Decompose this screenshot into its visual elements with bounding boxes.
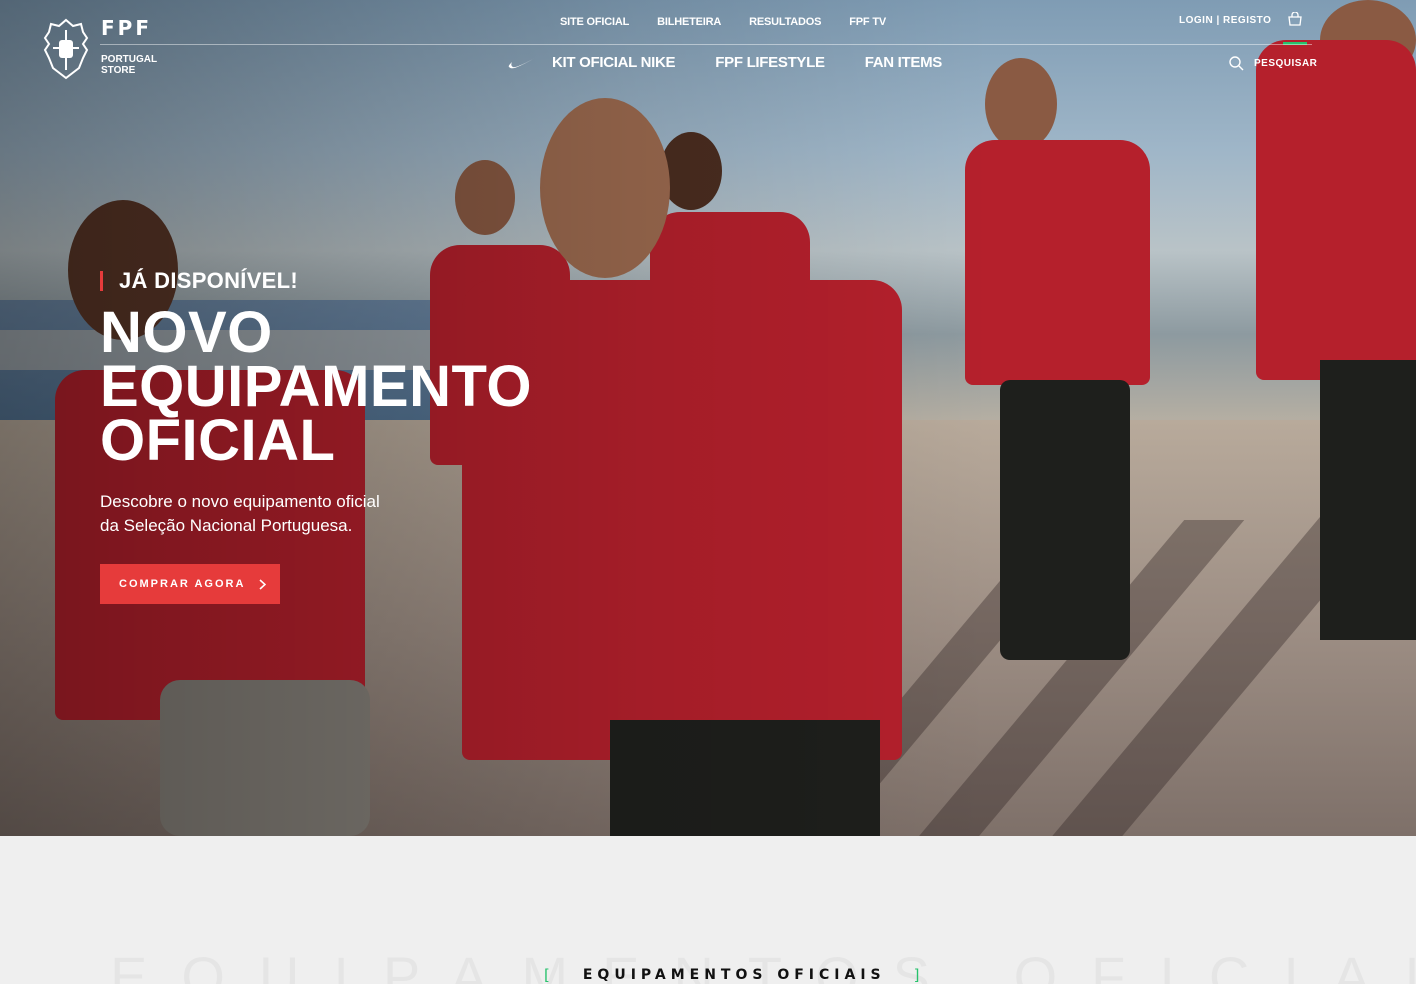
buy-now-button[interactable]: COMPRAR AGORA (100, 564, 280, 604)
top-nav: SITE OFICIAL BILHETEIRA RESULTADOS FPF T… (560, 16, 886, 28)
logo-text: FPF PORTUGAL STORE (101, 18, 161, 76)
hero-description: Descobre o novo equipamento oficial da S… (100, 492, 380, 535)
main-nav-kit-oficial-nike[interactable]: KIT OFICIAL NIKE (552, 54, 676, 71)
top-nav-resultados[interactable]: RESULTADOS (749, 16, 821, 28)
hero-eyebrow: JÁ DISPONÍVEL! (100, 268, 660, 294)
eyebrow-marker (100, 271, 103, 291)
logo-title: FPF (101, 16, 152, 40)
site-header: FPF PORTUGAL STORE SITE OFICIAL BILHETEI… (0, 0, 1416, 90)
search-button[interactable]: PESQUISAR (1229, 56, 1317, 71)
search-label: PESQUISAR (1254, 58, 1318, 69)
bracket-left: [ (544, 966, 555, 984)
main-nav: KIT OFICIAL NIKE FPF LIFESTYLE FAN ITEMS (508, 54, 942, 71)
nike-swoosh-icon (508, 57, 535, 68)
login-register-link[interactable]: LOGIN | REGISTO (1179, 15, 1271, 26)
main-nav-fpf-lifestyle[interactable]: FPF LIFESTYLE (715, 54, 825, 71)
buy-now-label: COMPRAR AGORA (119, 578, 246, 590)
logo-subtitle: PORTUGAL STORE (101, 54, 157, 76)
hero-eyebrow-text: JÁ DISPONÍVEL! (119, 268, 299, 293)
hero-headline: NOVO EQUIPAMENTO OFICIAL (100, 300, 532, 473)
top-nav-fpf-tv[interactable]: FPF TV (849, 16, 886, 28)
fpf-crest-icon (43, 18, 89, 80)
fpf-logo[interactable]: FPF PORTUGAL STORE (43, 18, 161, 80)
official-kits-section: EQUIPAMENTOS OFICIAIS [ EQUIPAMENTOS OFI… (0, 836, 1416, 984)
chevron-right-icon (259, 578, 267, 590)
search-icon (1229, 56, 1244, 71)
top-nav-bilheteira[interactable]: BILHETEIRA (657, 16, 721, 28)
hero-content: JÁ DISPONÍVEL! NOVO EQUIPAMENTO OFICIAL … (100, 268, 660, 604)
section-title-text: EQUIPAMENTOS OFICIAIS (582, 967, 886, 983)
hero-banner: JÁ DISPONÍVEL! NOVO EQUIPAMENTO OFICIAL … (0, 0, 1416, 836)
cart-icon[interactable] (1287, 12, 1303, 26)
section-title: [ EQUIPAMENTOS OFICIAIS ] (544, 966, 924, 984)
top-nav-site-oficial[interactable]: SITE OFICIAL (560, 16, 629, 28)
bracket-right: ] (913, 966, 925, 984)
main-nav-fan-items[interactable]: FAN ITEMS (865, 54, 943, 71)
header-divider (100, 44, 1312, 45)
